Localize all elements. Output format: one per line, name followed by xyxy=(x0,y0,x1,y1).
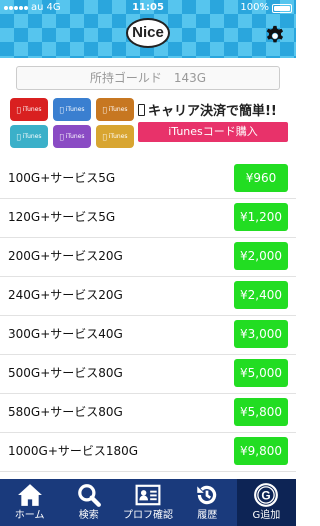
itunes-cards-image: iTunes iTunes iTunes iTunes iTunes … xyxy=(10,98,134,148)
product-label: 200G+サービス20G xyxy=(8,249,123,263)
price-button[interactable]: ¥960 xyxy=(234,164,288,192)
itunes-card: iTunes xyxy=(53,125,91,148)
tab-label: プロフ確認 xyxy=(123,510,173,521)
price-button[interactable]: ¥2,400 xyxy=(234,281,288,309)
tab-history[interactable]: 履歴 xyxy=(178,479,237,526)
battery-percent: 100% xyxy=(240,2,269,13)
product-row: 1000G+サービス180G ¥9,800 xyxy=(0,433,296,472)
gear-icon[interactable] xyxy=(264,25,286,47)
itunes-card: iTunes xyxy=(10,98,48,121)
itunes-card: iTunes xyxy=(10,125,48,148)
product-label: 120G+サービス5G xyxy=(8,210,116,224)
app-logo: Nice xyxy=(126,18,170,48)
product-row: 500G+サービス80G ¥5,000 xyxy=(0,355,296,394)
product-row: 200G+サービス20G ¥2,000 xyxy=(0,238,296,277)
search-icon xyxy=(77,484,101,507)
product-label: 240G+サービス20G xyxy=(8,288,123,302)
profile-card-icon xyxy=(135,484,161,506)
tab-bar: ホーム 検索 プロフ確認 履歴 G G追加 xyxy=(0,479,297,526)
gold-add-icon: G xyxy=(254,483,279,507)
product-row: 120G+サービス5G ¥1,200 xyxy=(0,199,296,238)
app-header: au 4G 11:05 100% Nice xyxy=(0,0,296,58)
gold-balance: 所持ゴールド 143G xyxy=(16,66,280,90)
itunes-card: iTunes xyxy=(96,125,134,148)
tab-label: 検索 xyxy=(78,510,99,521)
price-button[interactable]: ¥9,800 xyxy=(234,437,288,465)
product-label: 100G+サービス5G xyxy=(8,171,116,185)
battery-icon xyxy=(272,3,292,13)
svg-text:G: G xyxy=(262,488,271,502)
status-bar: au 4G 11:05 100% xyxy=(0,0,296,16)
product-row: 100G+サービス5G ¥960 xyxy=(0,160,296,199)
itunes-card: iTunes xyxy=(96,98,134,121)
price-button[interactable]: ¥5,800 xyxy=(234,398,288,426)
product-label: 500G+サービス80G xyxy=(8,366,123,380)
price-button[interactable]: ¥1,200 xyxy=(234,203,288,231)
history-icon xyxy=(197,485,217,505)
tab-profile[interactable]: プロフ確認 xyxy=(118,479,177,526)
tab-home[interactable]: ホーム xyxy=(0,479,59,526)
itunes-purchase-button[interactable]: iTunesコード購入 xyxy=(138,122,288,142)
home-icon xyxy=(17,484,42,506)
tab-label: ホーム xyxy=(14,510,45,521)
product-row: 300G+サービス40G ¥3,000 xyxy=(0,316,296,355)
banner-title: キャリア決済で簡単!! xyxy=(138,100,294,119)
tab-label: 履歴 xyxy=(197,510,218,521)
product-label: 1000G+サービス180G xyxy=(8,444,139,458)
phone-icon xyxy=(138,104,145,116)
product-label: 300G+サービス40G xyxy=(8,327,123,341)
itunes-banner[interactable]: iTunes iTunes iTunes iTunes iTunes … xyxy=(0,96,296,150)
tab-search[interactable]: 検索 xyxy=(59,479,118,526)
product-row: 240G+サービス20G ¥2,400 xyxy=(0,277,296,316)
tab-add-gold[interactable]: G G追加 xyxy=(236,479,297,526)
product-row: 580G+サービス80G ¥5,800 xyxy=(0,394,296,433)
product-list: 100G+サービス5G ¥960 120G+サービス5G ¥1,200 200G… xyxy=(0,160,296,472)
price-button[interactable]: ¥3,000 xyxy=(234,320,288,348)
price-button[interactable]: ¥2,000 xyxy=(234,242,288,270)
price-button[interactable]: ¥5,000 xyxy=(234,359,288,387)
product-label: 580G+サービス80G xyxy=(8,405,123,419)
tab-label: G追加 xyxy=(252,510,281,521)
itunes-card: iTunes xyxy=(53,98,91,121)
